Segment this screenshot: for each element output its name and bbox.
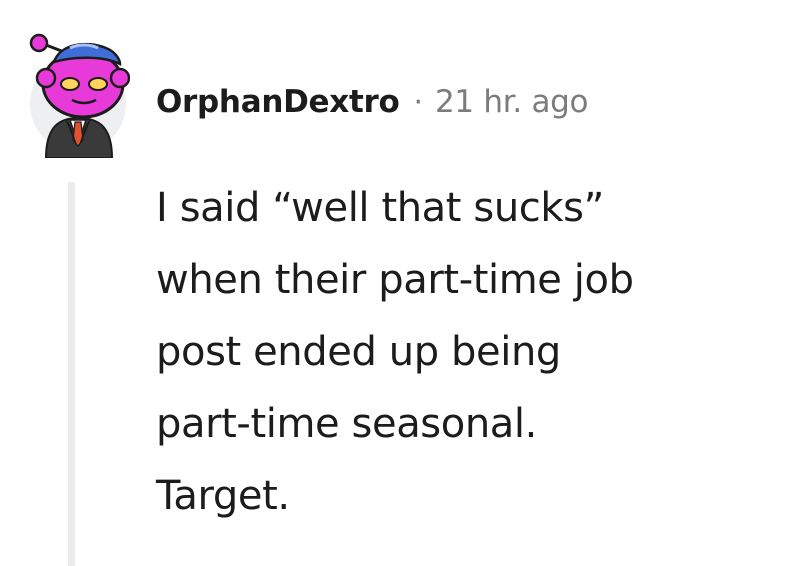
comment-body-line: when their part-time job: [156, 257, 634, 303]
comment-header: OrphanDextro · 21 hr. ago: [156, 84, 589, 120]
meta-separator: ·: [413, 85, 423, 120]
comment-body-line: Target.: [156, 473, 290, 519]
comment-body-line: I said “well that sucks”: [156, 185, 604, 231]
comment: OrphanDextro · 21 hr. ago I said “well t…: [0, 0, 800, 566]
thread-collapse-line[interactable]: [68, 182, 75, 566]
comment-body: I said “well that sucks” when their part…: [156, 172, 776, 532]
comment-body-line: part-time seasonal.: [156, 401, 537, 447]
author-username[interactable]: OrphanDextro: [156, 84, 400, 120]
comment-timestamp[interactable]: 21 hr. ago: [435, 84, 589, 120]
comment-body-line: post ended up being: [156, 329, 561, 375]
snoo-avatar-icon[interactable]: [26, 26, 131, 159]
